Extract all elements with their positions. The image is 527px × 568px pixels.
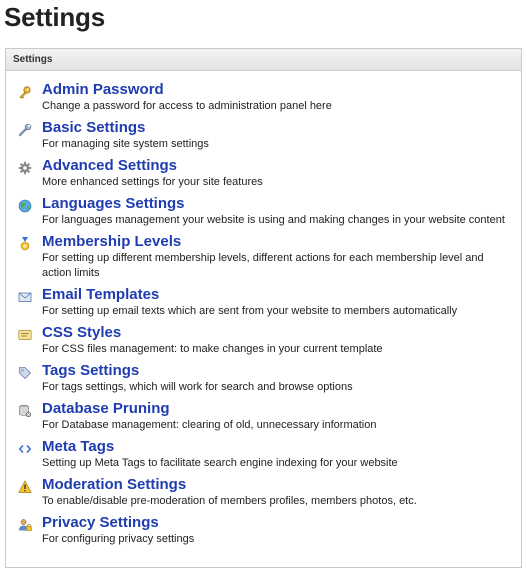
css-icon <box>18 328 32 342</box>
settings-item-privacy-settings: Privacy Settings For configuring privacy… <box>6 514 521 547</box>
privacy-settings-link[interactable]: Privacy Settings <box>42 514 507 532</box>
code-icon <box>18 442 32 456</box>
wrench-icon <box>18 123 32 137</box>
css-styles-link[interactable]: CSS Styles <box>42 324 507 342</box>
settings-item-membership-levels: Membership Levels For setting up differe… <box>6 233 521 281</box>
tag-icon <box>18 366 32 380</box>
settings-item-admin-password: Admin Password Change a password for acc… <box>6 81 521 114</box>
database-pruning-description: For Database management: clearing of old… <box>42 419 377 431</box>
membership-levels-link[interactable]: Membership Levels <box>42 233 507 251</box>
settings-item-languages-settings: Languages Settings For languages managem… <box>6 195 521 228</box>
advanced-settings-description: More enhanced settings for your site fea… <box>42 176 263 188</box>
basic-settings-description: For managing site system settings <box>42 138 209 150</box>
moderation-settings-link[interactable]: Moderation Settings <box>42 476 507 494</box>
settings-item-advanced-settings: Advanced Settings More enhanced settings… <box>6 157 521 190</box>
settings-item-tags-settings: Tags Settings For tags settings, which w… <box>6 362 521 395</box>
settings-item-meta-tags: Meta Tags Setting up Meta Tags to facili… <box>6 438 521 471</box>
languages-settings-description: For languages management your website is… <box>42 214 505 226</box>
settings-item-css-styles: CSS Styles For CSS files management: to … <box>6 324 521 357</box>
settings-item-moderation-settings: Moderation Settings To enable/disable pr… <box>6 476 521 509</box>
database-pruning-link[interactable]: Database Pruning <box>42 400 507 418</box>
settings-item-database-pruning: Database Pruning For Database management… <box>6 400 521 433</box>
globe-icon <box>18 199 32 213</box>
key-icon <box>18 85 32 99</box>
email-templates-description: For setting up email texts which are sen… <box>42 305 458 317</box>
panel-header: Settings <box>6 49 521 71</box>
membership-levels-description: For setting up different membership leve… <box>42 252 484 279</box>
languages-settings-link[interactable]: Languages Settings <box>42 195 507 213</box>
settings-item-email-templates: Email Templates For setting up email tex… <box>6 286 521 319</box>
moderation-settings-description: To enable/disable pre-moderation of memb… <box>42 495 417 507</box>
tags-settings-link[interactable]: Tags Settings <box>42 362 507 380</box>
privacy-icon <box>18 518 32 532</box>
privacy-settings-description: For configuring privacy settings <box>42 533 195 545</box>
email-templates-link[interactable]: Email Templates <box>42 286 507 304</box>
advanced-settings-link[interactable]: Advanced Settings <box>42 157 507 175</box>
admin-password-description: Change a password for access to administ… <box>42 100 332 112</box>
envelope-icon <box>18 290 32 304</box>
meta-tags-link[interactable]: Meta Tags <box>42 438 507 456</box>
settings-item-basic-settings: Basic Settings For managing site system … <box>6 119 521 152</box>
settings-list: Admin Password Change a password for acc… <box>6 71 521 547</box>
gear-icon <box>18 161 32 175</box>
settings-panel: Settings Admin Password Change a passwor… <box>5 48 522 568</box>
page-title: Settings <box>4 2 105 32</box>
warning-icon <box>18 480 32 494</box>
css-styles-description: For CSS files management: to make change… <box>42 343 383 355</box>
admin-password-link[interactable]: Admin Password <box>42 81 507 99</box>
basic-settings-link[interactable]: Basic Settings <box>42 119 507 137</box>
meta-tags-description: Setting up Meta Tags to facilitate searc… <box>42 457 398 469</box>
medal-icon <box>18 237 32 251</box>
tags-settings-description: For tags settings, which will work for s… <box>42 381 353 393</box>
database-icon <box>18 404 32 418</box>
